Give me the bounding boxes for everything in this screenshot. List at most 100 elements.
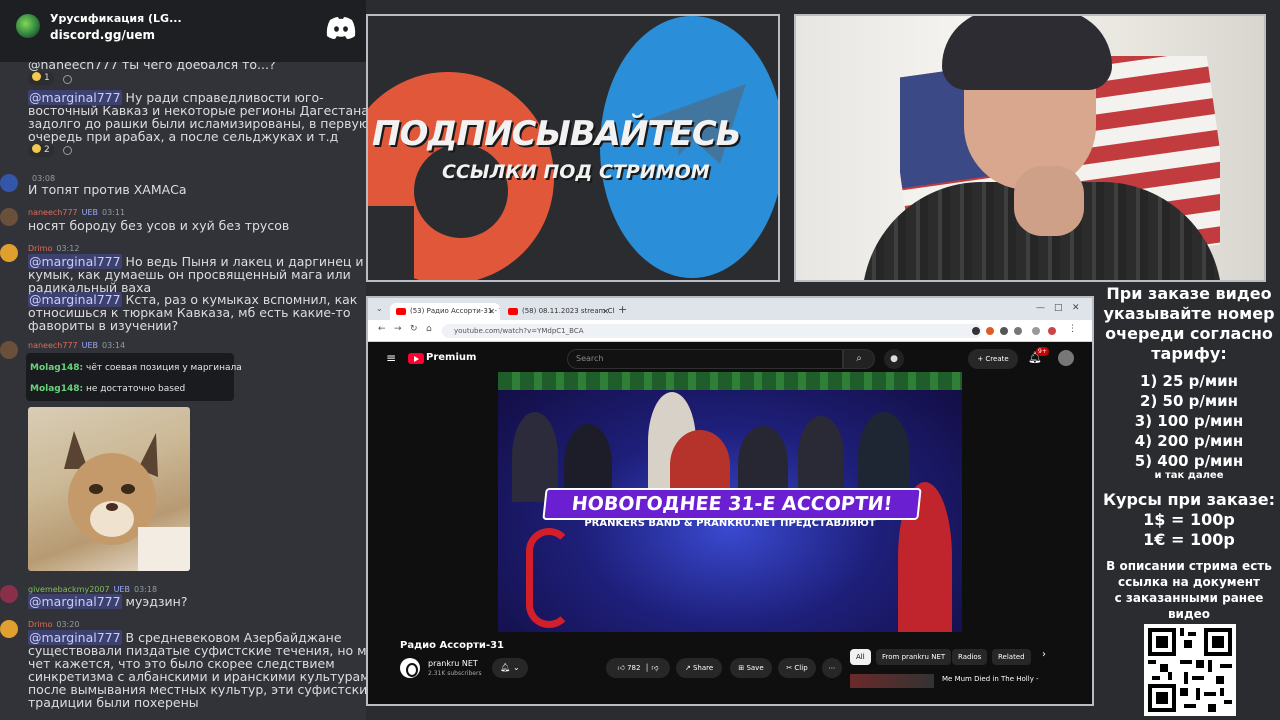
info-heading-line: очереди согласно (1105, 324, 1273, 343)
discord-icon (326, 17, 356, 39)
quoted-screenshot[interactable]: Molag148: чёт соевая позиция у маргинала… (26, 353, 242, 401)
add-reaction-icon[interactable] (63, 146, 72, 155)
maximize-icon[interactable]: □ (1054, 303, 1063, 313)
author-name[interactable]: givemebackmy2007 (28, 585, 110, 594)
desc-line: ссылка на документ (1118, 575, 1260, 589)
message-meta: Drimo 03:20 (28, 620, 80, 629)
minimize-icon[interactable]: — (1036, 303, 1045, 313)
notification-badge: 9+ (1036, 347, 1049, 356)
reload-icon[interactable]: ↻ (410, 324, 418, 334)
profile-icon[interactable] (1032, 327, 1040, 335)
rates-title: Курсы при заказе: (1102, 490, 1276, 509)
channel-name[interactable]: prankru NET (428, 659, 478, 668)
author-name[interactable]: Drimo (28, 620, 52, 629)
etc-text: и так далее (1154, 470, 1224, 481)
extension-icon[interactable] (986, 327, 994, 335)
youtube-favicon-icon (508, 308, 518, 315)
tab-youtube-second[interactable]: (58) 08.11.2023 stream Cha ✕ (502, 303, 614, 320)
user-avatar[interactable] (0, 620, 18, 638)
home-icon[interactable]: ⌂ (426, 324, 432, 334)
reaction-chip[interactable]: 1 (28, 72, 54, 85)
person-hand (1014, 166, 1084, 236)
message-meta: naneech777 UEB 03:11 (28, 208, 126, 217)
reaction-chip[interactable]: 2 (28, 144, 54, 157)
caracal-image[interactable] (28, 407, 190, 571)
youtube-logo-icon[interactable] (408, 353, 424, 364)
invite-link[interactable]: discord.gg/uem (50, 28, 155, 42)
author-name[interactable]: naneech777 (28, 341, 78, 350)
extension-icon[interactable] (1014, 327, 1022, 335)
user-avatar[interactable] (0, 174, 18, 192)
chevron-right-icon[interactable]: › (1042, 649, 1046, 660)
recommended-thumbnail[interactable] (850, 674, 934, 688)
patreon-logo-stem (368, 206, 414, 280)
author-name[interactable]: Drimo (28, 244, 52, 253)
microphone-icon[interactable]: ● (884, 349, 904, 369)
order-info-panel: При заказе видео указывайте номер очеред… (1098, 284, 1280, 720)
youtube-brand[interactable]: Premium (426, 352, 476, 363)
embed-row: Molag148: чёт соевая позиция у маргинала (30, 363, 242, 373)
youtube-header: ≡ Premium Search ⌕ ● + Create 🔔︎ 9+ (368, 343, 1092, 375)
search-input[interactable]: Search (567, 349, 843, 369)
more-actions-icon[interactable]: ⋯ (822, 658, 842, 678)
emoji-icon (32, 72, 41, 81)
user-avatar[interactable] (0, 208, 18, 226)
like-dislike-button[interactable]: 👍︎ 782 │ 👎︎ (606, 658, 670, 678)
author-name[interactable]: naneech777 (28, 208, 78, 217)
video-player[interactable]: НОВОГОДНЕЕ 31-Е АССОРТИ! PRANKERS BAND &… (498, 372, 962, 632)
create-button[interactable]: + Create (968, 349, 1018, 369)
chip-radios[interactable]: Radios (952, 649, 988, 665)
user-avatar[interactable] (0, 341, 18, 359)
patreon-logo-hole (414, 144, 508, 238)
message-text: фавориты в изучении? (28, 318, 179, 333)
new-tab-button[interactable]: + (618, 303, 627, 316)
search-icon[interactable]: ⌕ (843, 349, 875, 369)
menu-kebab-icon[interactable]: ⋮ (1068, 324, 1077, 334)
webcam-feed (794, 14, 1266, 282)
message-text: И топят против ХАМАСа (28, 182, 187, 197)
rate-line: 1$ = 100р (1143, 510, 1235, 529)
desc-line: В описании стрима есть (1106, 559, 1272, 573)
forward-icon[interactable]: → (394, 324, 402, 334)
message-meta: givemebackmy2007 UEB 03:18 (28, 585, 158, 594)
subscribed-bell-button[interactable]: 🔔︎ ⌄ (492, 658, 528, 678)
clip-button[interactable]: ✂ Clip (778, 658, 816, 678)
user-avatar[interactable] (0, 585, 18, 603)
person-hair (942, 16, 1112, 90)
close-tab-icon[interactable]: ✕ (602, 303, 609, 320)
recommended-title[interactable]: Me Mum Died in The Holly - (942, 675, 1039, 683)
url-field[interactable]: youtube.com/watch?v=YMdpC1_BCA (442, 324, 982, 338)
tab-list-icon[interactable]: ⌄ (376, 304, 383, 313)
extension-icon[interactable] (972, 327, 980, 335)
qr-code-graphic (1148, 628, 1232, 712)
hamburger-menu-icon[interactable]: ≡ (386, 351, 396, 365)
extension-icon[interactable] (1048, 327, 1056, 335)
extension-icon[interactable] (1000, 327, 1008, 335)
close-tab-icon[interactable]: ✕ (488, 303, 495, 320)
close-window-icon[interactable]: ✕ (1072, 303, 1080, 313)
back-icon[interactable]: ← (378, 324, 386, 334)
user-mention[interactable]: @marginal777 (28, 594, 122, 609)
channel-avatar[interactable] (400, 658, 420, 678)
desc-line: с заказанными ранее (1114, 591, 1264, 605)
chip-all[interactable]: All (850, 649, 871, 665)
account-avatar[interactable] (1058, 350, 1074, 366)
user-avatar[interactable] (0, 244, 18, 262)
message-text: носят бороду без усов и хуй без трусов (28, 218, 290, 233)
browser-window: ⌄ (53) Радио Ассорти-31 - YouTube✕ (58) … (366, 296, 1094, 706)
info-heading-line: указывайте номер (1103, 304, 1275, 323)
save-button[interactable]: ⊞ Save (730, 658, 772, 678)
share-button[interactable]: ↗ Share (676, 658, 722, 678)
chip-from-channel[interactable]: From prankru NET (876, 649, 952, 665)
qr-code[interactable] (1144, 624, 1236, 716)
video-title: Радио Ассорти-31 (400, 640, 505, 651)
caracal-picture (64, 431, 190, 571)
embed-row: Molag148: не достаточно based (30, 384, 186, 394)
video-banner: НОВОГОДНЕЕ 31-Е АССОРТИ! (542, 488, 922, 520)
add-reaction-icon[interactable] (63, 75, 72, 84)
price-line: 4) 200 р/мин (1134, 432, 1244, 450)
tab-youtube-active[interactable]: (53) Радио Ассорти-31 - YouTube✕ (390, 303, 500, 320)
chip-related[interactable]: Related (992, 649, 1031, 665)
price-line: 5) 400 р/мин (1134, 452, 1244, 470)
price-line: 2) 50 р/мин (1140, 392, 1238, 410)
